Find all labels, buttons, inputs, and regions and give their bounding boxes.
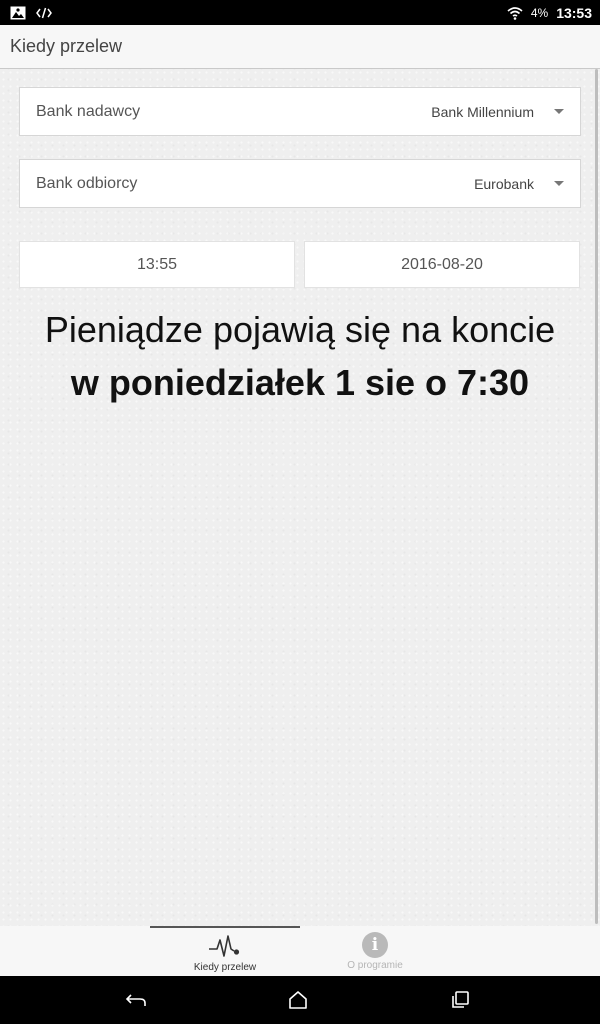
wifi-icon [507,6,523,20]
pulse-icon [208,933,242,961]
system-navigation-bar [0,976,600,1024]
status-left [10,6,52,20]
result-text: Pieniądze pojawią się na koncie [44,309,556,350]
tab-o-programie[interactable]: i O programie [300,926,450,976]
receiver-bank-dropdown[interactable]: Bank odbiorcy Eurobank [19,159,581,208]
status-right: 4% 13:53 [507,5,592,21]
result-datetime: w poniedziałek 1 sie o 7:30 [70,362,530,403]
app-title: Kiedy przelew [10,36,123,56]
code-icon [36,7,52,19]
info-icon: i [362,931,388,959]
recent-apps-icon[interactable] [448,988,472,1012]
main-content: Bank nadawcy Bank Millennium Bank odbior… [0,69,600,926]
status-bar: 4% 13:53 [0,0,600,25]
tab-label: Kiedy przelew [193,962,257,973]
receiver-bank-label: Bank odbiorcy [36,174,138,192]
image-notification-icon [10,6,26,20]
sender-bank-value: Bank Millennium [431,103,534,120]
tab-label: O programie [347,960,403,971]
back-icon[interactable] [124,988,148,1012]
app-bar: Kiedy przelew [0,25,600,69]
dropdown-arrow-icon [554,181,564,186]
sender-bank-dropdown[interactable]: Bank nadawcy Bank Millennium [19,87,581,136]
battery-level: 4% [530,5,549,20]
tab-kiedy-przelew[interactable]: Kiedy przelew [150,926,300,976]
bottom-navigation: Kiedy przelew i O programie [0,926,600,976]
date-picker-button[interactable]: 2016-08-20 [304,241,580,288]
home-icon[interactable] [286,988,310,1012]
sender-bank-label: Bank nadawcy [36,102,141,120]
time-picker-button[interactable]: 13:55 [19,241,295,288]
receiver-bank-value: Eurobank [474,175,534,192]
scrollbar[interactable] [595,69,598,924]
status-clock: 13:53 [556,4,592,21]
dropdown-arrow-icon [554,109,564,114]
